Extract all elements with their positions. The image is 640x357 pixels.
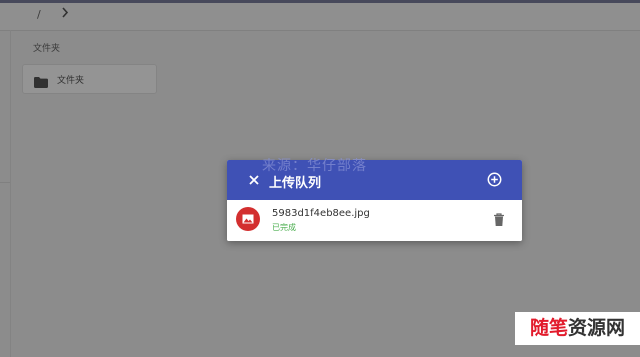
image-icon [236,207,260,231]
upload-status: 已完成 [272,223,296,232]
source-watermark: 来源：华仔部落 [262,158,367,174]
close-icon[interactable] [245,171,263,189]
upload-item: 5983d1f4eb8ee.jpg 已完成 [227,200,522,241]
delete-icon[interactable] [493,212,505,226]
upload-filename: 5983d1f4eb8ee.jpg [272,208,370,219]
corner-watermark-dark: 资源网 [568,317,626,339]
corner-watermark-red: 随笔 [529,317,568,339]
add-circle-icon[interactable] [485,170,504,189]
corner-watermark: 随笔资源网 [515,312,640,345]
